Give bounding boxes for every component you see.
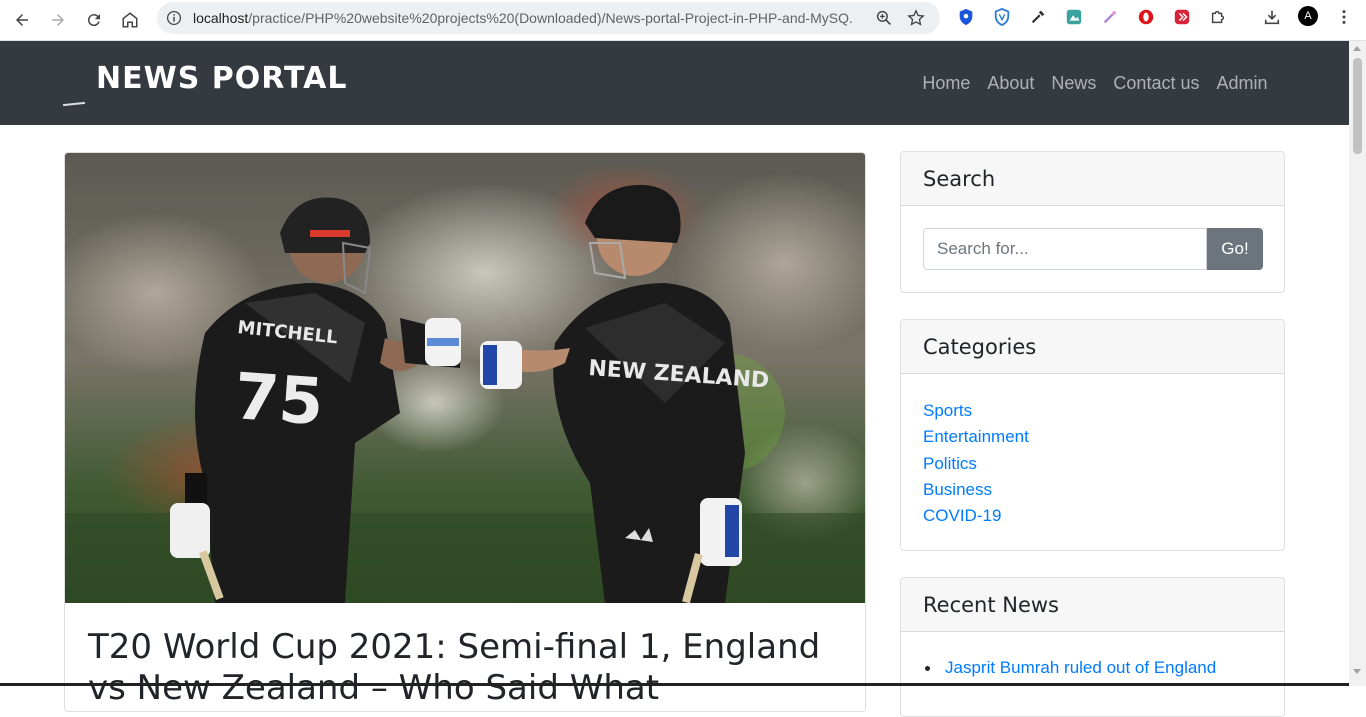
opera-extension-icon[interactable] <box>1136 7 1156 27</box>
image-extension-icon[interactable] <box>1064 7 1084 27</box>
reload-icon[interactable] <box>78 4 110 36</box>
bookmark-star-icon[interactable] <box>907 9 925 27</box>
eyedropper-extension-icon[interactable] <box>1028 7 1048 27</box>
article-title[interactable]: T20 World Cup 2021: Semi-final 1, Englan… <box>88 627 848 709</box>
browser-toolbar: localhost/practice/PHP%20website%20proje… <box>0 0 1366 41</box>
back-icon[interactable] <box>6 4 38 36</box>
url-path: /practice/PHP%20website%20projects%20(Do… <box>248 10 853 26</box>
zoom-icon[interactable] <box>875 9 893 27</box>
recent-news-card: Recent News Jasprit Bumrah ruled out of … <box>900 577 1285 717</box>
search-group: Go! <box>923 228 1263 270</box>
search-card-title: Search <box>901 152 1284 206</box>
category-link-covid[interactable]: COVID-19 <box>923 503 1262 529</box>
downloads-icon[interactable] <box>1262 7 1282 27</box>
category-link-entertainment[interactable]: Entertainment <box>923 424 1262 450</box>
recent-news-item[interactable]: Jasprit Bumrah ruled out of England <box>925 656 1262 680</box>
extensions-puzzle-icon[interactable] <box>1208 7 1228 27</box>
vpn-extension-icon[interactable] <box>992 7 1012 27</box>
scroll-up-arrow-icon[interactable] <box>1353 46 1361 51</box>
nav-contact[interactable]: Contact us <box>1105 73 1208 94</box>
article-card: MITCHELL 75 NEW ZEALAND T20 World Cup 20… <box>64 152 866 712</box>
site-brand[interactable]: NEWS PORTAL <box>96 61 347 96</box>
nav-links: Home About News Contact us Admin <box>914 73 1276 94</box>
menu-kebab-icon[interactable] <box>1334 7 1354 27</box>
categories-card: Categories Sports Entertainment Politics… <box>900 319 1285 551</box>
page-scrollbar[interactable] <box>1349 41 1366 686</box>
site-info-icon[interactable] <box>165 9 183 27</box>
category-link-sports[interactable]: Sports <box>923 398 1262 424</box>
profile-avatar[interactable]: A <box>1298 6 1318 26</box>
url-text: localhost/practice/PHP%20website%20proje… <box>193 10 853 26</box>
category-link-politics[interactable]: Politics <box>923 451 1262 477</box>
category-link-business[interactable]: Business <box>923 477 1262 503</box>
article-image[interactable]: MITCHELL 75 NEW ZEALAND <box>65 153 865 603</box>
brand-decoration <box>62 101 86 107</box>
wand-extension-icon[interactable] <box>1100 7 1120 27</box>
shield-extension-icon[interactable] <box>956 7 976 27</box>
home-icon[interactable] <box>114 4 146 36</box>
scroll-thumb[interactable] <box>1353 58 1362 154</box>
nav-about[interactable]: About <box>979 73 1043 94</box>
scroll-down-arrow-icon[interactable] <box>1353 669 1361 674</box>
recent-news-list: Jasprit Bumrah ruled out of England <box>901 632 1284 680</box>
forward-icon[interactable] <box>42 4 74 36</box>
nav-news[interactable]: News <box>1043 73 1105 94</box>
nav-admin[interactable]: Admin <box>1208 73 1276 94</box>
jersey-number-text: 75 <box>232 360 326 440</box>
categories-list: Sports Entertainment Politics Business C… <box>901 374 1284 529</box>
address-bar[interactable]: localhost/practice/PHP%20website%20proje… <box>157 2 940 34</box>
media-extension-icon[interactable] <box>1172 7 1192 27</box>
search-input[interactable] <box>923 228 1207 270</box>
url-host: localhost <box>193 10 249 26</box>
nav-home[interactable]: Home <box>914 73 979 94</box>
categories-card-title: Categories <box>901 320 1284 374</box>
site-navbar: NEWS PORTAL Home About News Contact us A… <box>0 41 1349 125</box>
search-go-button[interactable]: Go! <box>1207 228 1263 270</box>
recent-news-card-title: Recent News <box>901 578 1284 632</box>
search-card: Search Go! <box>900 151 1285 293</box>
